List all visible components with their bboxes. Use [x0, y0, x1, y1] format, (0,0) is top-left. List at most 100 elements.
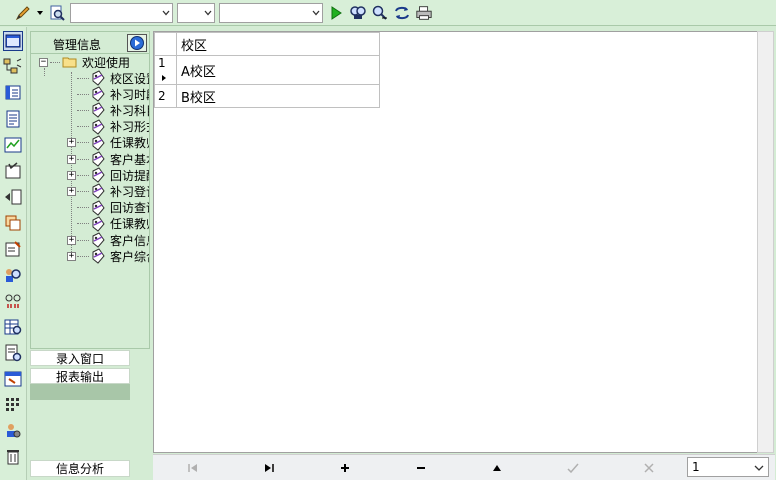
- pencil-icon[interactable]: [14, 4, 32, 22]
- doc-search-icon[interactable]: [3, 343, 23, 363]
- document-icon[interactable]: [3, 109, 23, 129]
- printer-icon[interactable]: [415, 4, 433, 22]
- dropdown-arrow-icon[interactable]: [36, 4, 44, 22]
- checklist-icon[interactable]: [3, 161, 23, 181]
- table-row[interactable]: 2 B校区: [154, 84, 380, 108]
- delete-record-button[interactable]: [413, 460, 429, 476]
- form-item-icon: [90, 135, 106, 151]
- trash-icon[interactable]: [3, 447, 23, 467]
- form-item-icon: [90, 216, 106, 232]
- settings-user-icon[interactable]: [3, 421, 23, 441]
- triangle-up-icon: [493, 465, 501, 471]
- expand-toggle[interactable]: +: [67, 138, 76, 148]
- minus-icon: [417, 467, 425, 469]
- entry-window-tab[interactable]: 录入窗口: [30, 350, 130, 366]
- expand-toggle[interactable]: +: [67, 154, 76, 164]
- tree-item[interactable]: 回访查询: [67, 199, 149, 216]
- run-play-icon[interactable]: [327, 4, 345, 22]
- tree-item[interactable]: + 补习登记: [67, 183, 149, 200]
- table-search-icon[interactable]: [3, 317, 23, 337]
- tree-item-label: 回访提醒: [110, 168, 149, 183]
- tree-item[interactable]: 校区设置: [67, 70, 149, 86]
- expand-toggle[interactable]: +: [67, 251, 76, 261]
- filter-field-combo[interactable]: [70, 2, 173, 23]
- tree-item[interactable]: 补习科目: [67, 102, 149, 119]
- tree-item[interactable]: + 客户基本: [67, 151, 149, 167]
- management-tree-panel: 管理信息 − 欢迎使用 校区设置补习时段补习科目补习形式 + 任课教师 + 客户基本 + 回…: [30, 31, 150, 349]
- data-grid[interactable]: 校区 1 A校区 2 B校区: [153, 31, 758, 453]
- export-icon[interactable]: [3, 187, 23, 207]
- cell-campus[interactable]: B校区: [176, 84, 380, 108]
- copy-icon[interactable]: [3, 213, 23, 233]
- expand-toggle[interactable]: +: [67, 235, 76, 245]
- page-select-value: 1: [692, 460, 700, 474]
- report-output-tab[interactable]: 报表输出: [30, 368, 130, 384]
- tree-line: [77, 223, 89, 225]
- tree-line: [77, 93, 89, 95]
- tree-item[interactable]: 补习形式: [67, 118, 149, 135]
- network-icon[interactable]: [3, 57, 23, 77]
- form-item-icon: [90, 183, 106, 200]
- form-item-icon: [90, 167, 106, 183]
- tree-root[interactable]: − 欢迎使用: [39, 54, 130, 70]
- filter-value-combo[interactable]: [219, 2, 323, 23]
- last-record-button[interactable]: [261, 460, 277, 476]
- search-icon[interactable]: [349, 4, 367, 22]
- row-indicator: 2: [154, 84, 177, 108]
- document-search-icon[interactable]: [48, 4, 66, 22]
- tree-item-label: 任课教师: [110, 217, 149, 232]
- tree-header: 管理信息: [31, 32, 149, 54]
- list-form-icon[interactable]: [3, 83, 23, 103]
- report-edit-icon[interactable]: [3, 239, 23, 259]
- grid-icon[interactable]: [3, 395, 23, 415]
- row-indicator-header: [154, 32, 177, 56]
- chevron-down-icon: [754, 465, 764, 471]
- refresh-icon[interactable]: [393, 4, 411, 22]
- tree-item-label: 补习形式: [110, 120, 149, 135]
- tree-line: [77, 77, 89, 79]
- tree-item[interactable]: 补习时段: [67, 86, 149, 102]
- record-navigator: 1: [153, 454, 775, 480]
- page-select[interactable]: 1: [687, 457, 769, 477]
- tree-line: [77, 190, 89, 192]
- cancel-record-button[interactable]: [641, 460, 657, 476]
- first-record-button[interactable]: [185, 460, 201, 476]
- tree-line: [77, 142, 89, 144]
- tree-line: [77, 126, 89, 128]
- chevron-down-icon: [204, 10, 212, 15]
- tree-item[interactable]: + 客户信息: [67, 232, 149, 248]
- tree-item[interactable]: + 回访提醒: [67, 167, 149, 183]
- campus-table: 校区 1 A校区 2 B校区: [154, 32, 380, 108]
- folder-open-icon: [62, 55, 78, 69]
- window-icon[interactable]: [3, 31, 23, 51]
- chevron-down-icon: [162, 10, 170, 15]
- glasses-icon[interactable]: [3, 291, 23, 311]
- expand-toggle[interactable]: +: [67, 170, 76, 180]
- first-icon: [188, 464, 197, 472]
- collapse-toggle[interactable]: −: [39, 57, 48, 67]
- tree-root-label: 欢迎使用: [82, 55, 131, 70]
- cell-campus[interactable]: A校区: [176, 55, 380, 85]
- expand-toggle[interactable]: +: [67, 186, 76, 196]
- calendar-icon[interactable]: [3, 369, 23, 389]
- tree-item[interactable]: 任课教师: [67, 216, 149, 232]
- post-record-button[interactable]: [565, 460, 581, 476]
- tree-item-label: 客户信息: [110, 233, 149, 248]
- row-indicator: 1: [154, 55, 177, 85]
- info-analysis-tab[interactable]: 信息分析: [30, 460, 130, 477]
- tree-nav-button[interactable]: [127, 34, 147, 52]
- table-row[interactable]: 1 A校区: [154, 55, 380, 85]
- search-next-icon[interactable]: [371, 4, 389, 22]
- close-icon: [644, 463, 654, 473]
- vertical-scrollbar[interactable]: [757, 31, 774, 453]
- insert-record-button[interactable]: [337, 460, 353, 476]
- play-circle-icon: [130, 36, 144, 50]
- user-search-icon[interactable]: [3, 265, 23, 285]
- tree-item[interactable]: + 客户综合: [67, 248, 149, 264]
- column-header-campus[interactable]: 校区: [176, 32, 380, 56]
- chart-icon[interactable]: [3, 135, 23, 155]
- tree-item[interactable]: + 任课教师: [67, 135, 149, 151]
- filter-operator-combo[interactable]: [177, 2, 215, 23]
- tree-line: [77, 239, 89, 241]
- edit-record-button[interactable]: [489, 460, 505, 476]
